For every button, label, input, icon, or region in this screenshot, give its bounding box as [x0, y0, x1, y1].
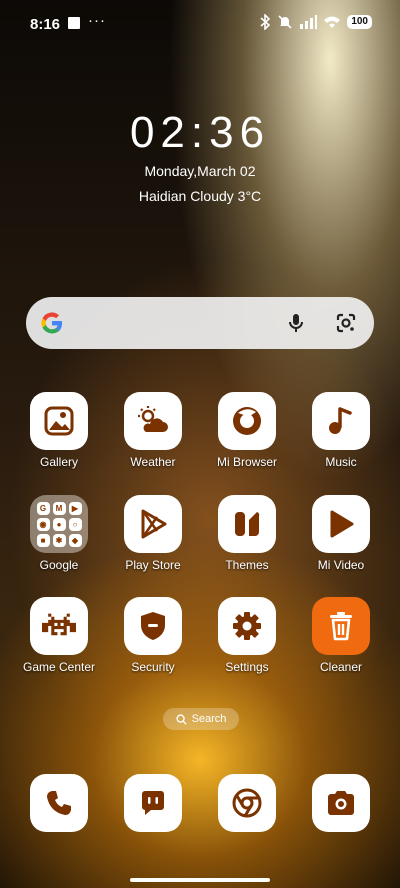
messages-icon — [142, 791, 164, 815]
shield-icon — [141, 612, 165, 640]
camera-icon — [328, 791, 354, 815]
app-music[interactable]: Music — [294, 392, 388, 469]
play-store-icon — [141, 509, 167, 539]
app-gallery[interactable]: Gallery — [12, 392, 106, 469]
notification-square-icon — [68, 17, 80, 29]
game-invader-icon — [42, 613, 76, 636]
dock-phone[interactable] — [12, 774, 106, 832]
music-note-icon — [329, 407, 352, 434]
home-search-button[interactable]: Search — [163, 708, 239, 730]
app-label: Play Store — [125, 558, 181, 572]
app-play-store[interactable]: Play Store — [106, 495, 200, 572]
status-time: 8:16 — [30, 16, 61, 33]
search-icon — [175, 713, 187, 725]
clock-date[interactable]: Monday,March 02 — [0, 163, 400, 179]
silent-mode-icon — [278, 15, 292, 29]
app-game-center[interactable]: Game Center — [12, 597, 106, 674]
app-mi-browser[interactable]: Mi Browser — [200, 392, 294, 469]
more-dots-icon: ··· — [88, 12, 106, 29]
folder-google[interactable]: G M ▶ ◉ ● ○ ■ ✱ ◆ Google — [12, 495, 106, 572]
app-label: Gallery — [39, 455, 78, 469]
app-settings[interactable]: Settings — [200, 597, 294, 674]
app-label: Settings — [225, 660, 269, 674]
app-themes[interactable]: Themes — [200, 495, 294, 572]
app-security[interactable]: Security — [106, 597, 200, 674]
app-label: Mi Browser — [216, 455, 277, 469]
app-label: Mi Video — [317, 558, 365, 572]
battery-icon: 100 — [347, 15, 372, 29]
app-label: Cleaner — [319, 660, 363, 674]
gear-icon — [233, 612, 261, 640]
mic-icon[interactable] — [284, 311, 308, 335]
clock-time[interactable]: 02:36 — [0, 108, 400, 158]
home-indicator[interactable] — [130, 878, 270, 882]
app-label: Security — [131, 660, 175, 674]
home-search-label: Search — [191, 713, 227, 725]
signal-icon — [300, 15, 318, 29]
app-label: Music — [325, 455, 357, 469]
weather-summary[interactable]: Haidian Cloudy 3°C — [0, 188, 400, 204]
dock-messages[interactable] — [106, 774, 200, 832]
weather-icon — [138, 406, 168, 432]
app-label: Google — [39, 558, 79, 572]
phone-icon — [47, 791, 71, 815]
app-cleaner[interactable]: Cleaner — [294, 597, 388, 674]
themes-icon — [235, 512, 260, 536]
bluetooth-icon — [260, 14, 271, 30]
chrome-icon — [232, 788, 262, 818]
wifi-icon — [324, 16, 341, 28]
app-mi-video[interactable]: Mi Video — [294, 495, 388, 572]
dock-camera[interactable] — [294, 774, 388, 832]
gallery-icon — [44, 406, 74, 436]
google-lens-icon[interactable] — [334, 311, 358, 335]
app-label: Weather — [130, 455, 176, 469]
google-search-bar[interactable] — [26, 297, 374, 349]
status-bar: 8:16 ··· 100 — [0, 0, 400, 48]
app-label: Themes — [225, 558, 269, 572]
app-weather[interactable]: Weather — [106, 392, 200, 469]
video-play-icon — [330, 510, 354, 538]
google-logo-icon — [41, 312, 62, 334]
trash-icon — [330, 612, 352, 641]
app-label: Game Center — [22, 660, 96, 674]
dock-chrome[interactable] — [200, 774, 294, 832]
google-folder-icon: G M ▶ ◉ ● ○ ■ ✱ ◆ — [30, 495, 88, 553]
browser-icon — [233, 407, 261, 435]
